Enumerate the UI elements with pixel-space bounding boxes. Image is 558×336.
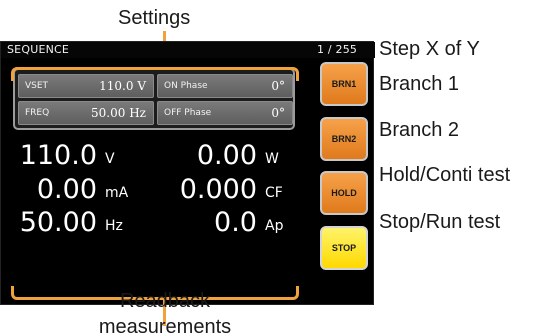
off-phase-setting[interactable]: OFF Phase 0° <box>157 101 293 125</box>
brn1-button[interactable]: BRN1 <box>320 62 368 106</box>
settings-highlight-bracket <box>11 67 299 81</box>
voltage-readback-value: 110.0 <box>19 140 97 171</box>
freq-value: 50.00 Hz <box>91 106 146 120</box>
readback-callout-text-2: measurements <box>98 316 232 336</box>
off-phase-label: OFF Phase <box>164 108 212 118</box>
readback-callout: Readback measurements <box>0 288 330 336</box>
current-readback-unit: mA <box>105 185 129 201</box>
apparent-readback-unit: Ap <box>265 218 284 234</box>
stop-button[interactable]: STOP <box>320 226 368 270</box>
on-phase-label: ON Phase <box>164 81 208 91</box>
screen-title: SEQUENCE <box>7 43 70 56</box>
branch1-callout: Branch 1 <box>379 73 460 95</box>
hold-callout: Hold/Conti test <box>379 164 511 186</box>
freq-label: FREQ <box>25 108 50 118</box>
step-callout: Step X of Y <box>379 38 480 60</box>
freq-setting[interactable]: FREQ 50.00 Hz <box>18 101 154 125</box>
current-readback-value: 0.00 <box>36 174 97 205</box>
vset-value: 110.0 V <box>99 79 146 93</box>
voltage-readback-unit: V <box>105 151 115 167</box>
crest-factor-readback-unit: CF <box>265 185 283 201</box>
crest-factor-readback-value: 0.000 <box>179 174 257 205</box>
branch2-callout: Branch 2 <box>379 119 460 141</box>
power-readback-value: 0.00 <box>196 140 257 171</box>
apparent-readback-value: 0.0 <box>214 207 257 238</box>
off-phase-value: 0° <box>271 106 285 120</box>
frequency-readback-unit: Hz <box>105 218 123 234</box>
hold-button[interactable]: HOLD <box>320 171 368 215</box>
power-readback-unit: W <box>265 151 279 167</box>
title-bar: SEQUENCE 1 / 255 <box>1 42 375 58</box>
on-phase-value: 0° <box>271 79 285 93</box>
brn2-button[interactable]: BRN2 <box>320 117 368 161</box>
frequency-readback-value: 50.00 <box>19 207 97 238</box>
vset-label: VSET <box>25 81 49 91</box>
readback-callout-text-1: Readback <box>119 290 211 312</box>
stop-callout: Stop/Run test <box>379 211 501 233</box>
step-counter: 1 / 255 <box>317 43 358 56</box>
settings-callout: Settings <box>118 7 191 29</box>
